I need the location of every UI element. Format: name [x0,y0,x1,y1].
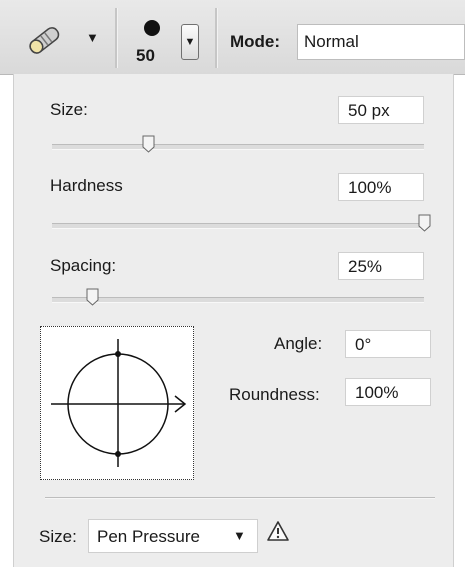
brush-tip-circle-icon [51,339,187,467]
roundness-label: Roundness: [229,385,320,404]
size-dynamics-label: Size: [39,527,77,546]
tool-preset-dropdown-arrow[interactable]: ▼ [86,30,99,45]
brush-tip-preview-icon[interactable] [144,20,160,36]
spacing-label: Spacing: [50,256,117,275]
spacing-value: 25% [348,257,383,276]
size-slider-track[interactable] [52,135,424,153]
hardness-slider-track[interactable] [52,214,430,232]
spacing-field[interactable]: 25% [338,252,424,280]
angle-value: 0° [355,335,372,354]
hardness-field[interactable]: 100% [338,173,424,201]
angle-field[interactable]: 0° [345,330,431,358]
hardness-label: Hardness [50,176,123,195]
roundness-value: 100% [355,383,399,402]
size-label: Size: [50,100,88,119]
size-control-value: Pen Pressure [97,527,200,546]
chevron-down-icon: ▼ [184,36,196,48]
spacing-slider-thumb[interactable] [86,288,99,306]
options-bar: ▼ 50 ▼ Mode: Normal [0,0,465,75]
options-bar-separator [115,8,118,68]
brush-size-readout: 50 [136,46,155,65]
mode-label: Mode: [230,32,281,51]
size-field[interactable]: 50 px [338,96,424,124]
brush-tool-icon[interactable] [24,24,64,56]
mode-value: Normal [304,32,359,51]
hardness-slider-thumb[interactable] [418,214,431,232]
roundness-handle-top[interactable] [115,351,121,357]
brush-preset-picker-button[interactable]: ▼ [181,24,199,60]
mode-select[interactable]: Normal [297,24,465,60]
angle-label: Angle: [274,334,323,353]
roundness-handle-bottom[interactable] [115,451,121,457]
size-slider-thumb[interactable] [142,135,155,153]
size-control-dropdown[interactable]: Pen Pressure ▼ [88,519,258,553]
roundness-field[interactable]: 100% [345,378,431,406]
size-value: 50 px [348,101,390,120]
chevron-down-icon: ▼ [233,528,246,543]
panel-divider [45,497,435,499]
warning-triangle-icon[interactable] [266,520,290,542]
brush-angle-roundness-preview[interactable] [40,326,194,480]
hardness-value: 100% [348,178,392,197]
options-bar-separator [215,8,218,68]
spacing-slider-track[interactable] [52,288,424,306]
